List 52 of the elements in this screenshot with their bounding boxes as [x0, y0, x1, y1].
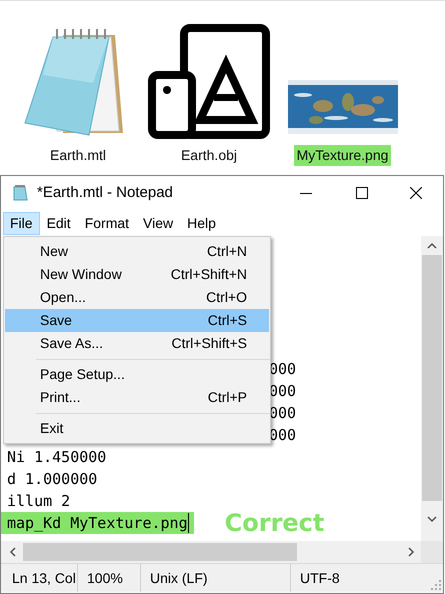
annotation-text: Correct	[224, 508, 324, 539]
menu-item[interactable]: View	[136, 212, 180, 234]
window-title: *Earth.mtl - Notepad	[37, 182, 173, 203]
menu-item-label: Save	[40, 311, 72, 330]
scroll-left-icon[interactable]	[9, 547, 17, 557]
menu-item[interactable]: Open... Ctrl+O	[5, 286, 269, 309]
menu-item[interactable]: Format	[78, 212, 136, 234]
text-cursor	[188, 513, 189, 533]
shortcut-text: Ctrl+S	[208, 311, 247, 330]
status-text: Unix (LF)	[150, 568, 208, 588]
maximize-icon	[356, 187, 368, 199]
shortcut-text: Ctrl+N	[206, 242, 247, 261]
code-line: Ni 1.450000	[6, 446, 106, 468]
status-text: UTF-8	[300, 568, 340, 588]
menu-item[interactable]: Help	[180, 212, 223, 234]
shortcut-text: Ctrl+O	[206, 288, 247, 307]
document-triangle-icon[interactable]	[148, 24, 270, 139]
shortcut-text: Ctrl+P	[208, 388, 247, 407]
menu-item-label: Save As...	[40, 334, 104, 353]
menu-item[interactable]: Print... Ctrl+P	[5, 386, 269, 409]
menu-item[interactable]: Save As... Ctrl+Shift+S	[5, 332, 269, 355]
code-line: d 1.000000	[6, 468, 98, 490]
scroll-up-icon[interactable]	[427, 242, 437, 250]
menu-item-label: New Window	[40, 265, 122, 284]
scroll-right-icon[interactable]	[407, 547, 415, 557]
minimize-icon	[300, 192, 312, 194]
menu-item-label: Open...	[40, 288, 86, 307]
menu-item[interactable]: New Window Ctrl+Shift+N	[5, 263, 269, 286]
scrollbar-thumb[interactable]	[422, 255, 442, 501]
scroll-down-icon[interactable]	[427, 515, 437, 523]
scrollbar-thumb[interactable]	[23, 543, 297, 561]
menu-item-label: Exit	[40, 419, 64, 438]
menu-item[interactable]: Save Ctrl+S	[5, 309, 269, 332]
file-name[interactable]: MyTexture.png	[294, 145, 392, 166]
menu-item-label: Print...	[40, 388, 80, 407]
menu-item[interactable]: Edit	[40, 212, 78, 234]
shortcut-text: Ctrl+Shift+S	[172, 334, 247, 353]
notepad-icon	[12, 184, 29, 202]
shortcut-text: Ctrl+Shift+N	[170, 265, 247, 284]
menu-item[interactable]: Exit	[5, 417, 269, 440]
code-line: illum 2	[6, 490, 70, 512]
menu-item[interactable]: Page Setup...	[5, 363, 269, 386]
status-text: Ln 13, Col	[12, 568, 76, 588]
resize-grip-icon[interactable]	[431, 580, 441, 590]
menu-item[interactable]: New Ctrl+N	[5, 240, 269, 263]
file-name[interactable]: Earth.obj	[178, 145, 240, 166]
status-text: 100%	[87, 568, 123, 588]
menu-item-label: New	[40, 242, 68, 261]
menu-item-label: Page Setup...	[40, 365, 125, 384]
file-name[interactable]: Earth.mtl	[46, 145, 109, 166]
menu-item[interactable]: File	[3, 212, 40, 234]
close-icon	[410, 187, 422, 199]
